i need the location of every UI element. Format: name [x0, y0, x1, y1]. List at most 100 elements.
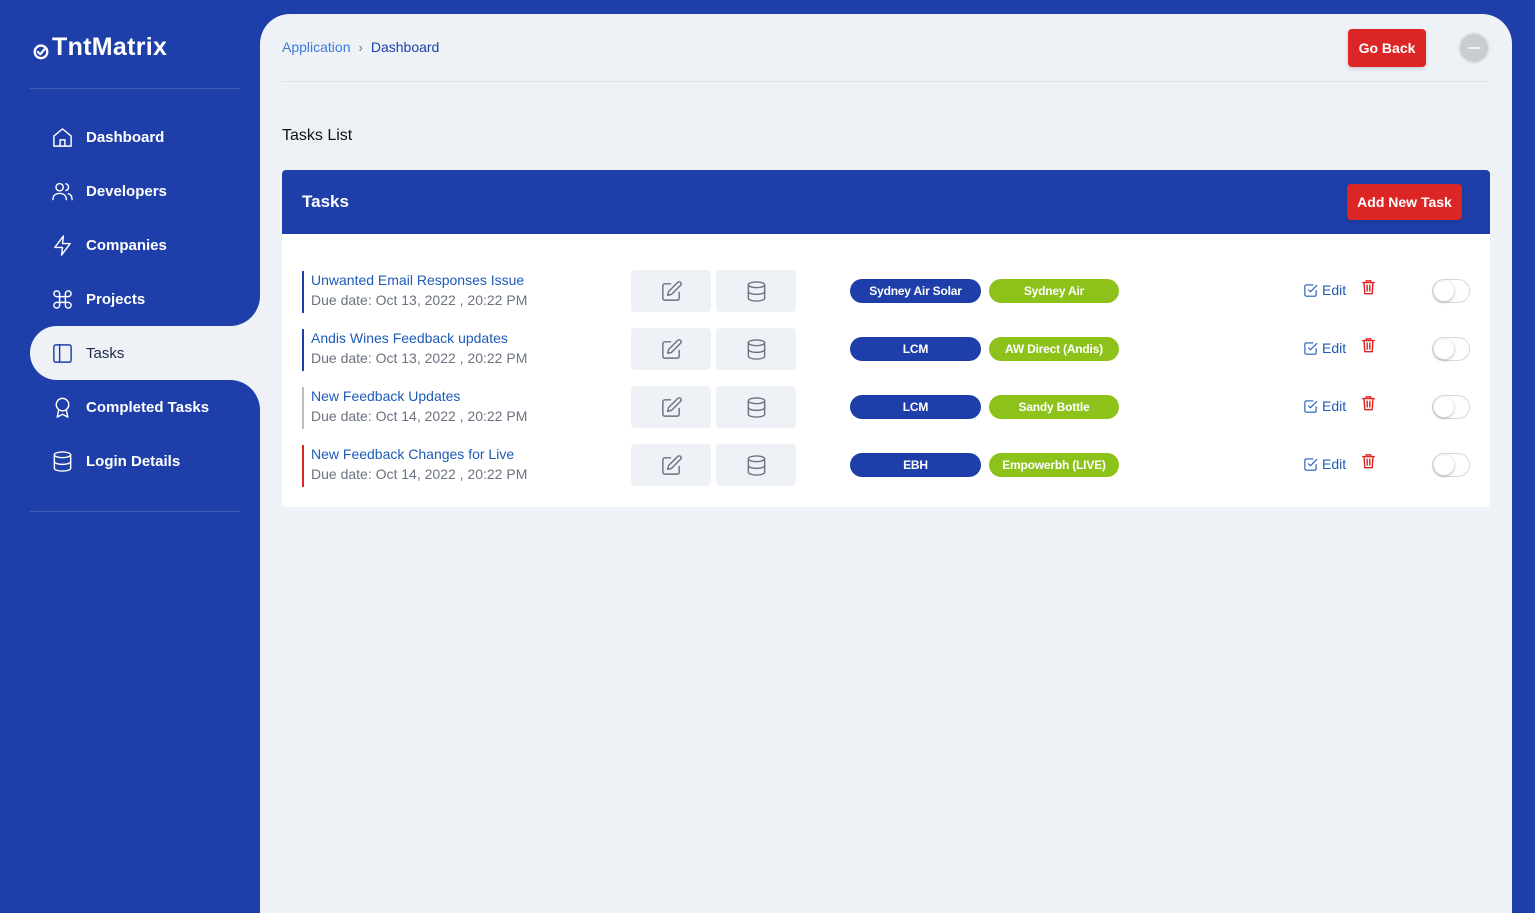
edit-label: Edit: [1322, 282, 1347, 298]
task-title[interactable]: Andis Wines Feedback updates: [311, 329, 527, 347]
project-badge: Sandy Bottle: [989, 395, 1119, 419]
sidebar-item-label: Login Details: [86, 452, 181, 470]
sidebar: TntMatrix Dashboard Developers Companies: [0, 0, 260, 913]
database-icon: [747, 454, 765, 476]
delete-task-button[interactable]: [1361, 453, 1376, 474]
sidebar-divider-bottom: [30, 511, 240, 512]
sidebar-item-tasks[interactable]: Tasks: [30, 296, 260, 410]
breadcrumb-application[interactable]: Application: [282, 39, 351, 55]
toggle-knob: [1434, 397, 1454, 417]
task-database-button[interactable]: [716, 386, 796, 428]
edit-task-link[interactable]: Edit: [1303, 282, 1346, 298]
task-info: Andis Wines Feedback updates Due date: O…: [302, 329, 527, 371]
main-content: Application › Dashboard Go Back Tasks Li…: [260, 14, 1512, 913]
company-badge: LCM: [850, 337, 981, 361]
edit-square-icon: [661, 280, 682, 301]
trash-icon: [1362, 396, 1375, 411]
edit-label: Edit: [1322, 456, 1347, 472]
sidebar-item-label: Tasks: [86, 344, 125, 362]
sidebar-item-companies[interactable]: Companies: [30, 218, 260, 272]
toggle-knob: [1434, 339, 1454, 359]
logo-check-icon: [33, 43, 49, 59]
tasks-card-title: Tasks: [302, 192, 349, 211]
task-title[interactable]: Unwanted Email Responses Issue: [311, 271, 527, 289]
task-toggle[interactable]: [1432, 395, 1470, 419]
task-database-button[interactable]: [716, 328, 796, 370]
columns-icon: [50, 341, 74, 365]
project-badge: Empowerbh (LIVE): [989, 453, 1119, 477]
trash-icon: [1362, 280, 1375, 295]
task-list: Unwanted Email Responses Issue Due date:…: [282, 270, 1490, 502]
task-title[interactable]: New Feedback Updates: [311, 387, 527, 405]
task-due-date: Due date: Oct 14, 2022 , 20:22 PM: [311, 408, 528, 424]
sidebar-item-label: Companies: [86, 236, 167, 254]
sidebar-item-developers[interactable]: Developers: [30, 164, 260, 218]
page-title: Tasks List: [282, 127, 353, 144]
task-toggle[interactable]: [1432, 279, 1470, 303]
sidebar-item-dashboard[interactable]: Dashboard: [30, 110, 260, 164]
toggle-knob: [1434, 281, 1454, 301]
task-due-date: Due date: Oct 14, 2022 , 20:22 PM: [311, 466, 528, 482]
task-due-date: Due date: Oct 13, 2022 , 20:22 PM: [311, 292, 528, 308]
edit-task-link[interactable]: Edit: [1303, 456, 1346, 472]
task-notes-button[interactable]: [631, 444, 711, 486]
delete-task-button[interactable]: [1361, 279, 1376, 300]
toggle-knob: [1434, 455, 1454, 475]
edit-task-link[interactable]: Edit: [1303, 340, 1346, 356]
task-notes-button[interactable]: [631, 270, 711, 312]
project-badge: Sydney Air: [989, 279, 1119, 303]
check-square-icon: [1304, 457, 1318, 471]
sidebar-divider-top: [30, 88, 240, 89]
database-icon: [747, 338, 765, 360]
task-info: New Feedback Changes for Live Due date: …: [302, 445, 527, 487]
edit-label: Edit: [1322, 398, 1347, 414]
database-icon: [747, 280, 765, 302]
database-icon: [747, 396, 765, 418]
trash-icon: [1362, 338, 1375, 353]
bolt-icon: [50, 233, 74, 257]
task-info: Unwanted Email Responses Issue Due date:…: [302, 271, 527, 313]
sidebar-item-label: Completed Tasks: [86, 398, 210, 416]
add-new-task-button[interactable]: Add New Task: [1347, 184, 1462, 220]
home-icon: [50, 125, 74, 149]
command-icon: [50, 287, 74, 311]
company-badge: Sydney Air Solar: [850, 279, 981, 303]
edit-label: Edit: [1322, 340, 1347, 356]
task-toggle[interactable]: [1432, 337, 1470, 361]
sidebar-item-login-details[interactable]: Login Details: [30, 434, 260, 488]
tasks-card-header: Tasks Add New Task: [282, 170, 1490, 234]
app-logo[interactable]: TntMatrix: [32, 33, 167, 62]
award-icon: [50, 395, 74, 419]
delete-task-button[interactable]: [1361, 395, 1376, 416]
task-toggle[interactable]: [1432, 453, 1470, 477]
check-square-icon: [1304, 399, 1318, 413]
edit-square-icon: [661, 338, 682, 359]
database-icon: [50, 449, 74, 473]
go-back-button[interactable]: Go Back: [1348, 29, 1426, 67]
task-notes-button[interactable]: [631, 386, 711, 428]
task-title[interactable]: New Feedback Changes for Live: [311, 445, 527, 463]
chevron-right-icon: ›: [358, 39, 363, 55]
sidebar-item-label: Dashboard: [86, 128, 165, 146]
tasks-card: Tasks Add New Task Unwanted Email Respon…: [282, 170, 1490, 507]
task-database-button[interactable]: [716, 270, 796, 312]
task-due-date: Due date: Oct 13, 2022 , 20:22 PM: [311, 350, 528, 366]
task-database-button[interactable]: [716, 444, 796, 486]
active-curve-top: [230, 296, 260, 326]
edit-task-link[interactable]: Edit: [1303, 398, 1346, 414]
company-badge: EBH: [850, 453, 981, 477]
sidebar-item-projects[interactable]: Projects: [30, 272, 260, 326]
task-notes-button[interactable]: [631, 328, 711, 370]
task-row: Andis Wines Feedback updates Due date: O…: [282, 328, 1490, 386]
task-row: New Feedback Changes for Live Due date: …: [282, 444, 1490, 502]
delete-task-button[interactable]: [1361, 337, 1376, 358]
check-square-icon: [1304, 283, 1318, 297]
project-badge: AW Direct (Andis): [989, 337, 1119, 361]
company-badge: LCM: [850, 395, 981, 419]
task-row: New Feedback Updates Due date: Oct 14, 2…: [282, 386, 1490, 444]
task-info: New Feedback Updates Due date: Oct 14, 2…: [302, 387, 527, 429]
sidebar-item-completed-tasks[interactable]: Completed Tasks: [30, 380, 260, 434]
users-icon: [50, 179, 74, 203]
top-bar: Application › Dashboard Go Back: [282, 14, 1490, 82]
avatar[interactable]: [1458, 32, 1490, 64]
